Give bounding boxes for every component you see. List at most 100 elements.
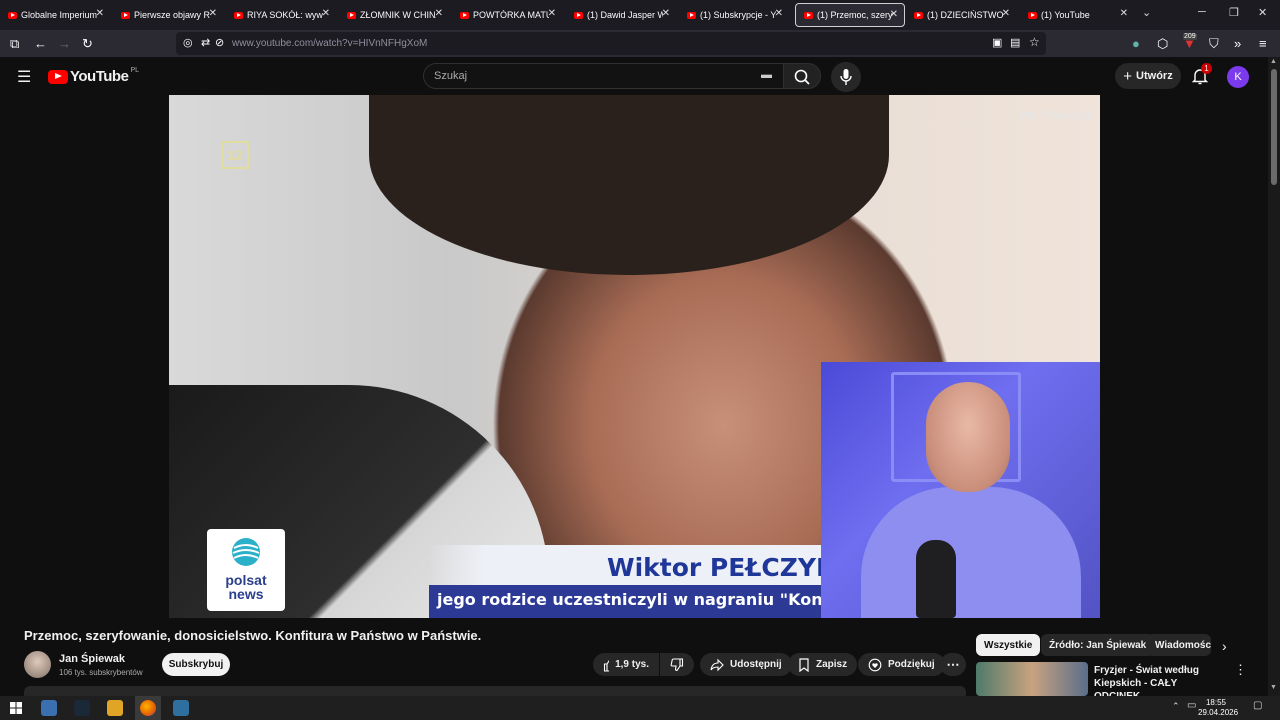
youtube-favicon-icon	[121, 11, 130, 19]
firefox-app-icon[interactable]	[140, 700, 156, 716]
youtube-header: ☰ YouTube PL Szukaj ▬ + Utwórz 1 K	[0, 57, 1268, 95]
maximize-window-icon[interactable]: ❐	[1229, 6, 1239, 19]
tab-title: POWTÓRKA MATURAL	[473, 10, 549, 20]
create-label: Utwórz	[1136, 70, 1173, 82]
guide-menu-icon[interactable]: ☰	[17, 67, 31, 87]
page-scrollbar[interactable]: ▲ ▼	[1268, 57, 1280, 696]
browser-tab[interactable]: (1) YouTube ✕	[1020, 3, 1134, 27]
browser-tab[interactable]: ZŁOMNIK W CHINACH✕	[339, 3, 449, 27]
save-button[interactable]: Zapisz	[788, 653, 858, 676]
windows-taskbar: ⌃ ▭ 18:55 29.04.2026 ▢	[0, 696, 1280, 720]
permissions-icon[interactable]: ⇄	[201, 36, 210, 49]
browser-nav-bar: ⧉ ← → ↻ ◎ ⇄ ⊘ www.youtube.com/watch?v=HI…	[0, 30, 1280, 57]
scroll-down-arrow-icon[interactable]: ▼	[1270, 684, 1277, 691]
video-player[interactable]: 12 Prędkość Wiktor PEŁCZYŃ jego rodzice …	[169, 95, 1100, 618]
browser-tab[interactable]: RIYA SOKÓŁ: wywiad,✕	[226, 3, 336, 27]
browser-tab-active[interactable]: (1) Przemoc, szeryfow✕	[795, 3, 905, 27]
app-menu-icon[interactable]: ≡	[1259, 36, 1267, 51]
forward-arrow-icon[interactable]: →	[58, 36, 71, 51]
video-title: Przemoc, szeryfowanie, donosicielstwo. K…	[24, 628, 482, 643]
windows-start-icon[interactable]	[10, 702, 22, 714]
close-tab-icon[interactable]: ✕	[96, 8, 104, 19]
channel-name[interactable]: Jan Śpiewak	[59, 653, 125, 665]
more-actions-button[interactable]: ⋯	[940, 653, 966, 676]
taskbar-clock[interactable]: 18:55 29.04.2026	[1198, 698, 1238, 718]
browser-tab[interactable]: POWTÓRKA MATURAL✕	[452, 3, 562, 27]
close-tab-icon[interactable]: ✕	[322, 8, 330, 19]
privacy-shield-icon[interactable]: ⛉	[1209, 36, 1219, 52]
shield-icon[interactable]: ◎	[183, 36, 193, 49]
thanks-button[interactable]: Podziękuj	[858, 653, 945, 676]
like-button[interactable]: 1,9 tys.	[593, 653, 659, 676]
subscribe-button[interactable]: Subskrybuj	[162, 653, 230, 676]
tab-title: (1) Przemoc, szeryfow	[817, 10, 893, 20]
browser-tab[interactable]: Pierwsze objawy RAK✕	[113, 3, 223, 27]
back-arrow-icon[interactable]: ←	[34, 36, 47, 51]
extensions-puzzle-icon[interactable]: ⬡	[1157, 36, 1168, 52]
dislike-button[interactable]	[660, 653, 694, 676]
more-tools-chevron-icon[interactable]: »	[1234, 36, 1241, 51]
close-tab-icon[interactable]: ✕	[548, 8, 556, 19]
close-tab-icon[interactable]: ✕	[209, 8, 217, 19]
browser-tab[interactable]: (1) DZIECIŃSTWO NA✕	[906, 3, 1016, 27]
notification-center-icon[interactable]: ▢	[1253, 700, 1262, 711]
steam-app-icon[interactable]	[74, 700, 90, 716]
reload-icon[interactable]: ↻	[82, 36, 93, 52]
extension-icon[interactable]: ●	[1132, 36, 1140, 51]
close-tab-icon[interactable]: ✕	[435, 8, 443, 19]
chip-from-channel[interactable]: Źródło: Jan Śpiewak	[1041, 634, 1155, 656]
chips-next-chevron-icon[interactable]: ›	[1222, 638, 1227, 654]
sidebar-toggle-icon[interactable]: ⧉	[10, 36, 19, 52]
keyboard-icon[interactable]: ▬	[761, 69, 772, 81]
scroll-up-arrow-icon[interactable]: ▲	[1270, 58, 1277, 65]
voice-search-button[interactable]	[831, 62, 861, 92]
notifications-button[interactable]: 1	[1190, 63, 1212, 86]
browser-tab[interactable]: (1) Dawid Jasper WIZ✕	[566, 3, 676, 27]
webcam-overlay	[821, 362, 1100, 618]
account-avatar[interactable]: K	[1227, 66, 1249, 88]
close-tab-icon[interactable]: ✕	[775, 8, 783, 19]
reader-view-icon[interactable]: ▤	[1010, 36, 1020, 49]
search-input[interactable]: Szukaj ▬	[423, 63, 784, 89]
description-panel[interactable]	[24, 686, 966, 696]
chip-news[interactable]: Wiadomości	[1147, 634, 1211, 656]
tab-title: ZŁOMNIK W CHINACH	[360, 10, 436, 20]
polsat-logo-mark-icon	[232, 538, 260, 566]
youtube-logo-text: YouTube	[70, 68, 129, 85]
address-bar[interactable]: ◎ ⇄ ⊘ www.youtube.com/watch?v=HIVnNFHgXo…	[176, 32, 1046, 55]
search-button[interactable]	[783, 63, 821, 89]
close-tab-icon[interactable]: ✕	[890, 9, 898, 20]
share-button[interactable]: Udostępnij	[700, 653, 792, 676]
tab-title: (1) Dawid Jasper WIZ	[587, 10, 663, 20]
minimize-window-icon[interactable]: ─	[1198, 6, 1206, 18]
recommended-more-icon[interactable]: ⋮	[1234, 662, 1247, 678]
bookmark-star-icon[interactable]: ☆	[1029, 35, 1040, 49]
webcam-microphone	[916, 540, 956, 618]
tab-list-chevron-icon[interactable]: ⌄	[1142, 6, 1151, 19]
channel-avatar[interactable]	[24, 651, 51, 678]
tray-chevron-icon[interactable]: ⌃	[1172, 701, 1180, 712]
tab-title: (1) YouTube	[1041, 10, 1090, 20]
browser-tab[interactable]: Globalne Imperium B✕	[0, 3, 110, 27]
recommended-video-thumbnail[interactable]	[976, 662, 1088, 696]
create-button[interactable]: + Utwórz	[1115, 63, 1181, 89]
close-tab-icon[interactable]: ✕	[1120, 8, 1128, 19]
close-window-icon[interactable]: ✕	[1258, 6, 1267, 19]
computer-app-icon[interactable]	[41, 700, 57, 716]
scrollbar-thumb[interactable]	[1271, 69, 1277, 185]
youtube-favicon-icon	[687, 11, 696, 19]
browser-tab-strip: Globalne Imperium B✕ Pierwsze objawy RAK…	[0, 0, 1280, 30]
picture-in-picture-icon[interactable]: ▣	[992, 36, 1002, 49]
chip-all[interactable]: Wszystkie	[976, 634, 1041, 656]
file-explorer-icon[interactable]	[107, 700, 123, 716]
network-icon[interactable]: ▭	[1187, 700, 1196, 711]
youtube-logo[interactable]: YouTube PL	[48, 67, 139, 85]
thanks-label: Podziękuj	[888, 659, 935, 670]
browser-tab[interactable]: (1) Subskrypcje - You✕	[679, 3, 789, 27]
youtube-favicon-icon	[347, 11, 356, 19]
url-text[interactable]: www.youtube.com/watch?v=HIVnNFHgXoM	[232, 38, 427, 49]
calculator-app-icon[interactable]	[173, 700, 189, 716]
close-tab-icon[interactable]: ✕	[1002, 8, 1010, 19]
close-tab-icon[interactable]: ✕	[662, 8, 670, 19]
tracking-icon[interactable]: ⊘	[215, 36, 224, 49]
